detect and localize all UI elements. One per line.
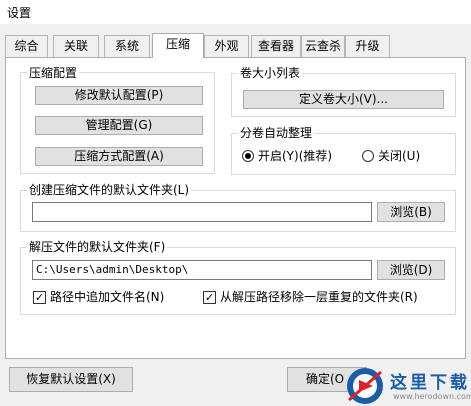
append-filename-checkbox[interactable]: ✓ (33, 291, 46, 304)
default-folder-input[interactable] (32, 202, 372, 222)
site-logo (347, 368, 383, 404)
extract-folder-title: 解压文件的默认文件夹(F) (27, 240, 168, 254)
browse-default-folder-button[interactable]: 浏览(B) (377, 202, 445, 222)
tab-general[interactable]: 综合 (5, 35, 48, 57)
compression-method-button[interactable]: 压缩方式配置(A) (35, 147, 203, 166)
auto-organize-on-radio[interactable] (242, 150, 254, 162)
append-filename-label[interactable]: 路径中追加文件名(N) (50, 290, 164, 304)
tab-viewer[interactable]: 查看器 (251, 35, 301, 57)
window-title: 设置 (7, 6, 32, 20)
tab-compression[interactable]: 压缩 (152, 33, 204, 58)
auto-organize-on-label[interactable]: 开启(Y)(推荐) (258, 149, 332, 163)
auto-organize-title: 分卷自动整理 (238, 126, 315, 140)
title-bar: 设置 (0, 0, 471, 24)
extract-folder-input[interactable]: C:\Users\admin\Desktop\ (32, 260, 372, 280)
watermark-text: 这里下载 (390, 373, 470, 393)
watermark-url: www.herodown.com (393, 392, 471, 401)
volume-size-title: 卷大小列表 (238, 66, 303, 80)
auto-organize-off-label[interactable]: 关闭(U) (378, 149, 420, 163)
manage-config-button[interactable]: 管理配置(G) (35, 116, 203, 135)
tab-associations[interactable]: 关联 (53, 35, 99, 57)
browse-extract-folder-button[interactable]: 浏览(D) (377, 260, 445, 280)
define-volume-size-button[interactable]: 定义卷大小(V)... (243, 90, 444, 109)
extract-folder-group (20, 247, 456, 315)
tab-appearance[interactable]: 外观 (204, 35, 249, 57)
remove-duplicate-folder-checkbox[interactable]: ✓ (203, 291, 216, 304)
restore-defaults-button[interactable]: 恢复默认设置(X) (9, 367, 133, 392)
tab-cloud-scan[interactable]: 云查杀 (301, 35, 345, 57)
tab-system[interactable]: 系统 (104, 35, 150, 57)
auto-organize-off-radio[interactable] (362, 150, 374, 162)
default-folder-title: 创建压缩文件的默认文件夹(L) (27, 183, 192, 197)
compression-config-title: 压缩配置 (27, 66, 80, 80)
modify-default-config-button[interactable]: 修改默认配置(P) (35, 86, 203, 105)
remove-duplicate-folder-label[interactable]: 从解压路径移除一层重复的文件夹(R) (220, 290, 418, 304)
tab-upgrade[interactable]: 升级 (345, 35, 390, 57)
